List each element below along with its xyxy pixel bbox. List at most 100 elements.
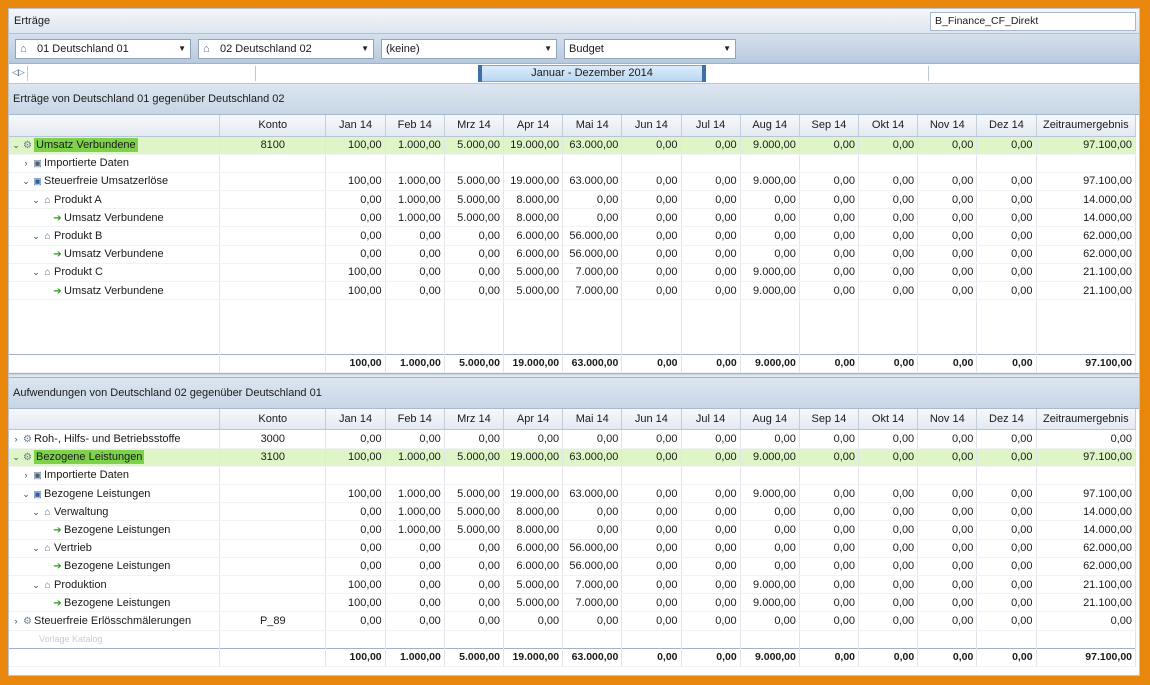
- table-row[interactable]: ➔ Umsatz Verbundene 100,00 0,00 0,00 5.000,00…: [9, 281, 1137, 301]
- column-header[interactable]: Jun 14: [621, 408, 682, 431]
- row-name-cell[interactable]: ➔ Bezogene Leistungen: [9, 557, 221, 576]
- chevron-down-icon[interactable]: ▼: [361, 44, 369, 53]
- chevron-down-icon[interactable]: ▼: [544, 44, 552, 53]
- table-row[interactable]: ➔ Bezogene Leistungen 0,00 1.000,00 5.000,00…: [9, 520, 1137, 540]
- row-name-cell[interactable]: ⌄ ⌂ Produkt A: [9, 190, 221, 210]
- table-row[interactable]: ⌄ ⚙ Umsatz Verbundene 8100 100,00 1.000,00 5.0…: [9, 136, 1137, 155]
- row-name-cell[interactable]: ➔ Bezogene Leistungen: [9, 520, 221, 540]
- row-name-cell[interactable]: › ⚙ Steuerfreie Erlösschmälerungen: [9, 611, 221, 631]
- table-row[interactable]: ⌄ ⌂ Produkt B 0,00 0,00 0,00 6.000,00 56.000,00…: [9, 226, 1137, 246]
- chevron-down-icon[interactable]: ▼: [178, 44, 186, 53]
- row-name-cell[interactable]: ➔ Umsatz Verbundene: [9, 245, 221, 264]
- row-name-cell[interactable]: ➔ Umsatz Verbundene: [9, 208, 221, 228]
- collapse-icon[interactable]: ⌄: [31, 543, 41, 554]
- column-header[interactable]: Jan 14: [325, 115, 386, 137]
- row-name-cell[interactable]: ⌄ ⌂ Produkt C: [9, 263, 221, 283]
- table-row[interactable]: ⌄ ▣ Steuerfreie Umsatzerlöse 100,00 1.000,00…: [9, 172, 1137, 192]
- value-cell: 0,00: [976, 208, 1037, 228]
- report-id-field[interactable]: B_Finance_CF_Direkt: [930, 11, 1136, 31]
- column-header[interactable]: Mrz 14: [444, 408, 504, 431]
- row-name-cell[interactable]: ⌄ ⌂ Produktion: [9, 575, 221, 595]
- table-row[interactable]: ⌄ ▣ Bezogene Leistungen 100,00 1.000,00 5.000…: [9, 484, 1137, 504]
- collapse-icon[interactable]: ⌄: [31, 195, 41, 206]
- row-name-cell[interactable]: ⌄ ▣ Bezogene Leistungen: [9, 484, 221, 504]
- table-row[interactable]: ⌄ ⌂ Produkt A 0,00 1.000,00 5.000,00 8.000,00 0…: [9, 190, 1137, 210]
- timeline-scroll-icon[interactable]: ◁▷: [12, 67, 25, 78]
- table-row[interactable]: ⌄ ⌂ Produkt C 100,00 0,00 0,00 5.000,00 7.000,0…: [9, 263, 1137, 283]
- collapse-icon[interactable]: ⌄: [21, 176, 31, 187]
- chevron-down-icon[interactable]: ▼: [723, 44, 731, 53]
- company-2-select[interactable]: ⌂ 02 Deutschland 02 ▼: [198, 38, 374, 59]
- column-header[interactable]: Okt 14: [858, 408, 919, 431]
- collapse-icon[interactable]: ⌄: [11, 140, 21, 151]
- row-name-cell[interactable]: › ▣ Importierte Daten: [9, 154, 221, 173]
- column-header[interactable]: Apr 14: [503, 115, 564, 137]
- table-row[interactable]: ⌄ ⚙ Bezogene Leistungen 3100 100,00 1.000,00 5…: [9, 448, 1137, 467]
- value-cell: 0,00: [385, 611, 445, 631]
- scenario-select[interactable]: Budget ▼: [564, 38, 736, 59]
- column-header[interactable]: Sep 14: [799, 408, 860, 431]
- collapse-icon[interactable]: ⌄: [11, 452, 21, 463]
- row-name-cell[interactable]: ⌄ ⌂ Produkt B: [9, 226, 221, 246]
- collapse-icon[interactable]: ⌄: [31, 507, 41, 518]
- expand-icon[interactable]: ›: [21, 158, 31, 168]
- column-header[interactable]: Aug 14: [740, 408, 800, 431]
- expand-icon[interactable]: ›: [11, 434, 21, 444]
- column-header[interactable]: Dez 14: [976, 115, 1037, 137]
- column-header[interactable]: Okt 14: [858, 115, 919, 137]
- column-header[interactable]: Nov 14: [917, 115, 978, 137]
- row-name-cell[interactable]: ➔ Umsatz Verbundene: [9, 281, 221, 301]
- column-header[interactable]: Aug 14: [740, 115, 800, 137]
- row-name-cell[interactable]: ⌄ ▣ Steuerfreie Umsatzerlöse: [9, 172, 221, 192]
- table-row[interactable]: ➔ Bezogene Leistungen 100,00 0,00 0,00 5.000,…: [9, 593, 1137, 613]
- column-header[interactable]: Konto: [219, 115, 327, 137]
- table-row[interactable]: › ⚙ Roh-, Hilfs- und Betriebsstoffe 3000 0,0…: [9, 429, 1137, 449]
- expand-icon[interactable]: ›: [11, 616, 21, 626]
- column-header[interactable]: Apr 14: [503, 408, 564, 431]
- column-header[interactable]: Mai 14: [562, 115, 623, 137]
- collapse-icon[interactable]: ⌄: [31, 231, 41, 242]
- table-row[interactable]: ➔ Umsatz Verbundene 0,00 0,00 0,00 6.000,00 56…: [9, 245, 1137, 264]
- row-name-cell[interactable]: ⌄ ⚙ Bezogene Leistungen: [9, 448, 221, 467]
- row-name-cell[interactable]: ⌄ ⚙ Umsatz Verbundene: [9, 136, 221, 155]
- column-header[interactable]: Mrz 14: [444, 115, 504, 137]
- column-header[interactable]: Nov 14: [917, 408, 978, 431]
- table-row[interactable]: › ⚙ Steuerfreie Erlösschmälerungen P_89 0,00…: [9, 611, 1137, 631]
- column-header[interactable]: Zeitraumergebnis: [1036, 115, 1137, 137]
- row-name-cell[interactable]: ➔ Bezogene Leistungen: [9, 593, 221, 613]
- company-1-select[interactable]: ⌂ 01 Deutschland 01 ▼: [15, 38, 191, 59]
- table-row[interactable]: ➔ Bezogene Leistungen 0,00 0,00 0,00 6.000,00…: [9, 557, 1137, 576]
- column-header[interactable]: Sep 14: [799, 115, 860, 137]
- collapse-icon[interactable]: ⌄: [21, 489, 31, 500]
- row-name-cell[interactable]: › ⚙ Roh-, Hilfs- und Betriebsstoffe: [9, 429, 221, 449]
- table-row[interactable]: ⌄ ⌂ Produktion 100,00 0,00 0,00 5.000,00 7.000,…: [9, 575, 1137, 595]
- collapse-icon[interactable]: ⌄: [31, 580, 41, 591]
- column-header[interactable]: Feb 14: [385, 408, 445, 431]
- table-row[interactable]: › ▣ Importierte Daten: [9, 154, 1137, 173]
- column-header[interactable]: Jul 14: [681, 115, 741, 137]
- value-cell: 0,00: [681, 611, 741, 631]
- expand-icon[interactable]: ›: [21, 470, 31, 480]
- collapse-icon[interactable]: ⌄: [31, 267, 41, 278]
- table-row[interactable]: ⌄ ⌂ Verwaltung 0,00 1.000,00 5.000,00 8.000,00…: [9, 502, 1137, 522]
- table-row[interactable]: › ▣ Importierte Daten: [9, 466, 1137, 486]
- value-cell: 0,00: [621, 172, 682, 192]
- column-header[interactable]: Feb 14: [385, 115, 445, 137]
- column-header[interactable]: Mai 14: [562, 408, 623, 431]
- folder-icon: ▣: [33, 158, 42, 169]
- column-header[interactable]: Jun 14: [621, 115, 682, 137]
- value-cell: 7.000,00: [562, 575, 623, 595]
- column-header[interactable]: Jan 14: [325, 408, 386, 431]
- dimension-select[interactable]: (keine) ▼: [381, 38, 557, 59]
- column-header[interactable]: Zeitraumergebnis: [1036, 408, 1137, 431]
- row-name-cell[interactable]: ⌄ ⌂ Verwaltung: [9, 502, 221, 522]
- column-header[interactable]: Jul 14: [681, 408, 741, 431]
- column-header[interactable]: Dez 14: [976, 408, 1037, 431]
- table-row[interactable]: ⌄ ⌂ Vertrieb 0,00 0,00 0,00 6.000,00 56.000,00 0…: [9, 539, 1137, 558]
- period-slider[interactable]: Januar - Dezember 2014: [478, 65, 706, 82]
- table-row[interactable]: ➔ Umsatz Verbundene 0,00 1.000,00 5.000,00 8.…: [9, 208, 1137, 228]
- value-cell: 8.000,00: [503, 190, 564, 210]
- row-name-cell[interactable]: › ▣ Importierte Daten: [9, 466, 221, 486]
- column-header[interactable]: Konto: [219, 408, 327, 431]
- row-name-cell[interactable]: ⌄ ⌂ Vertrieb: [9, 539, 221, 558]
